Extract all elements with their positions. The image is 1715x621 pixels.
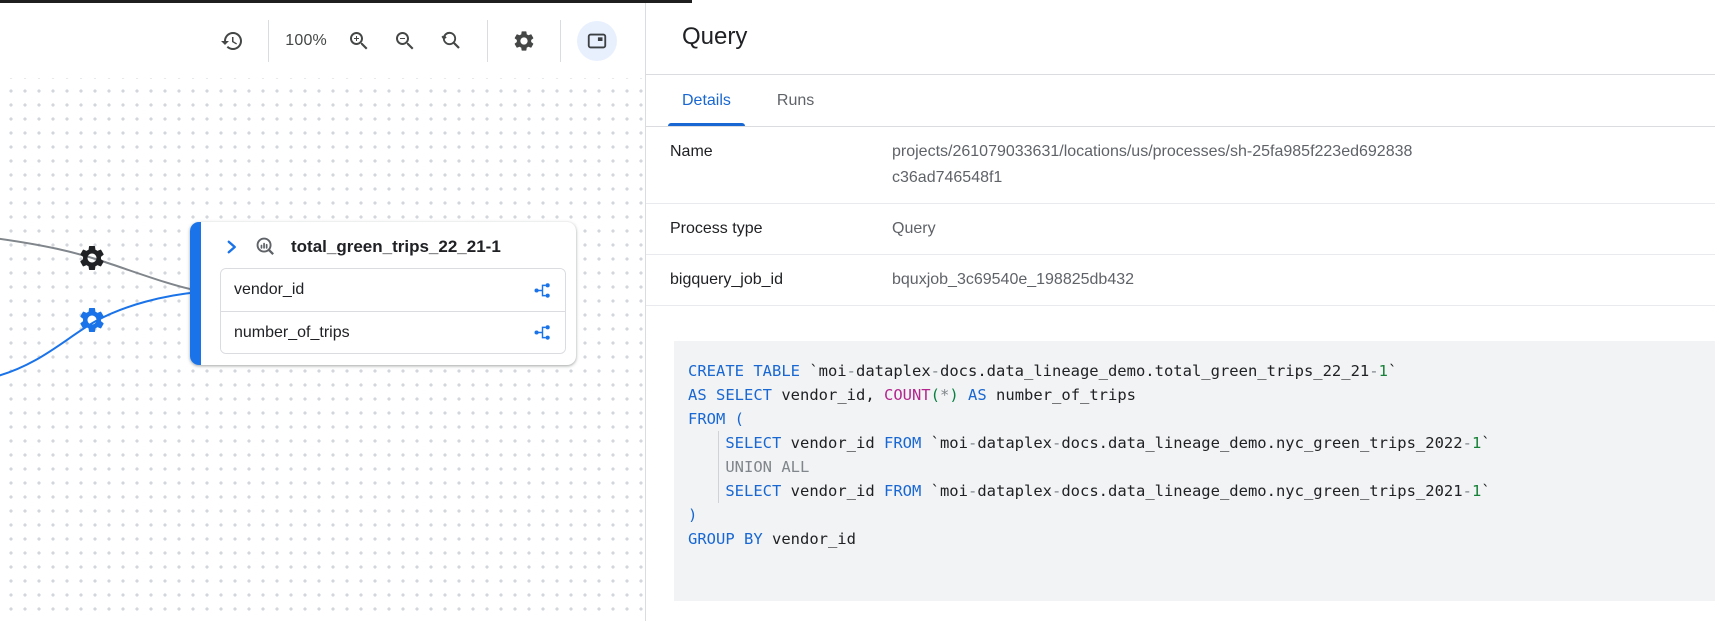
details-table: Name projects/261079033631/locations/us/… [646, 127, 1715, 306]
toolbar-divider [487, 20, 488, 62]
code-line: CREATE TABLE `moi-dataplex-docs.data_lin… [688, 359, 1699, 383]
detail-row-process-type: Process type Query [646, 204, 1715, 255]
zoom-reset-icon [439, 29, 463, 53]
graph-settings-button[interactable] [504, 21, 544, 61]
node-selected-bar [190, 222, 201, 365]
bigquery-table-icon [254, 235, 277, 258]
tab-runs[interactable]: Runs [763, 75, 828, 126]
expand-chevron-icon[interactable] [222, 238, 240, 256]
detail-label: Process type [670, 216, 892, 242]
detail-value: projects/261079033631/locations/us/proce… [892, 139, 1417, 191]
data-lineage-app: 100% [0, 0, 1715, 621]
detail-label: Name [670, 139, 892, 165]
zoom-level-label: 100% [285, 32, 327, 50]
tab-runs-label: Runs [777, 92, 814, 110]
lineage-node-card[interactable]: total_green_trips_22_21-1 vendor_idnumbe… [190, 222, 576, 365]
node-title: total_green_trips_22_21-1 [291, 237, 501, 257]
detail-value: bquxjob_3c69540e_198825db432 [892, 267, 1134, 293]
panel-tabs: Details Runs [646, 75, 1715, 127]
code-line: ) [688, 503, 1699, 527]
field-name: number_of_trips [234, 324, 350, 342]
zoom-out-icon [393, 29, 417, 53]
node-header[interactable]: total_green_trips_22_21-1 [190, 222, 576, 268]
detail-label: bigquery_job_id [670, 267, 892, 293]
lineage-toolbar: 100% [0, 3, 645, 78]
panel-header: Query [646, 0, 1715, 75]
detail-row-name: Name projects/261079033631/locations/us/… [646, 127, 1715, 204]
column-lineage-icon[interactable] [533, 281, 552, 300]
history-icon [220, 29, 244, 53]
zoom-reset-button[interactable] [431, 21, 471, 61]
history-button[interactable] [212, 21, 252, 61]
zoom-in-button[interactable] [339, 21, 379, 61]
zoom-in-icon [347, 29, 371, 53]
detail-value: Query [892, 216, 936, 242]
code-line: UNION ALL [688, 455, 1699, 479]
lineage-canvas-pane: 100% [0, 0, 645, 621]
tab-details[interactable]: Details [668, 75, 745, 126]
field-name: vendor_id [234, 281, 304, 299]
side-panel-toggle-button[interactable] [577, 21, 617, 61]
node-field-list: vendor_id number_of_trips [220, 268, 566, 354]
code-line: SELECT vendor_id FROM `moi-dataplex-docs… [688, 431, 1699, 455]
settings-gear-icon [512, 29, 536, 53]
node-field-row[interactable]: vendor_id [221, 269, 565, 311]
code-line: SELECT vendor_id FROM `moi-dataplex-docs… [688, 479, 1699, 503]
lineage-graph-canvas[interactable]: total_green_trips_22_21-1 vendor_idnumbe… [0, 78, 645, 621]
code-line: GROUP BY vendor_id [688, 527, 1699, 551]
side-panel-toggle-icon [586, 30, 608, 52]
process-gear-icon-blue[interactable] [77, 305, 107, 335]
toolbar-divider [560, 20, 561, 62]
sql-code-block[interactable]: CREATE TABLE `moi-dataplex-docs.data_lin… [674, 341, 1715, 601]
tab-details-label: Details [682, 92, 731, 110]
details-panel: Query Details Runs Name projects/2610790… [645, 0, 1715, 621]
code-line: AS SELECT vendor_id, COUNT(*) AS number_… [688, 383, 1699, 407]
gear-icon [77, 243, 107, 273]
node-field-row[interactable]: number_of_trips [221, 311, 565, 353]
code-line: FROM ( [688, 407, 1699, 431]
panel-title: Query [682, 23, 747, 51]
column-lineage-icon[interactable] [533, 323, 552, 342]
zoom-out-button[interactable] [385, 21, 425, 61]
toolbar-divider [268, 20, 269, 62]
top-border [0, 0, 692, 3]
detail-row-bigquery-job-id: bigquery_job_id bquxjob_3c69540e_198825d… [646, 255, 1715, 306]
process-gear-icon-dark[interactable] [77, 243, 107, 273]
gear-icon [77, 305, 107, 335]
